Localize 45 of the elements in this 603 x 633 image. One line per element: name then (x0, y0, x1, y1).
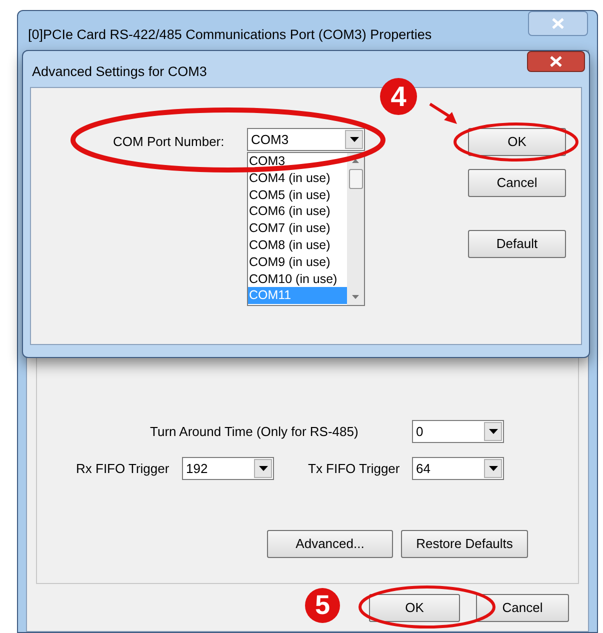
close-button[interactable] (527, 51, 585, 72)
com-port-label: COM Port Number: (113, 133, 226, 151)
dropdown-value: 192 (185, 460, 209, 478)
dropdown-option[interactable]: COM8 (in use) (248, 236, 347, 254)
setting-label: Turn Around Time (Only for RS-485) (150, 422, 360, 441)
scroll-thumb[interactable] (348, 169, 362, 189)
ok-button[interactable]: OK (369, 594, 460, 622)
dropdown-arrow-button[interactable] (484, 459, 502, 478)
setting-label: Rx FIFO Trigger (76, 460, 170, 478)
scroll-down-icon (352, 295, 359, 299)
dropdown-field[interactable]: 192 (182, 457, 274, 480)
dropdown-value: COM3 (250, 130, 290, 149)
dropdown-value: 64 (415, 460, 432, 478)
dropdown-option[interactable]: COM4 (in use) (248, 170, 347, 187)
restore-defaults-button[interactable]: Restore Defaults (401, 530, 528, 558)
scroll-up-icon (352, 159, 359, 163)
dropdown-option[interactable]: COM10 (in use) (248, 270, 347, 288)
dropdown-field[interactable]: COM3 (247, 128, 365, 151)
dialog-title: Advanced Settings for COM3 (32, 63, 207, 81)
caret-icon (488, 429, 498, 434)
window-title: [0]PCIe Card RS-422/485 Communications Port (COM3) Properties (28, 26, 432, 44)
caret-icon (258, 466, 268, 471)
close-icon (550, 56, 562, 67)
dropdown-option[interactable]: COM5 (in use) (248, 186, 347, 204)
pointer-arrow (429, 102, 457, 124)
caret-icon (350, 137, 358, 142)
cancel-button[interactable]: Cancel (468, 169, 566, 197)
dropdown-arrow-button[interactable] (254, 459, 272, 478)
dropdown-value: 0 (415, 422, 424, 441)
caret-icon (488, 466, 498, 471)
dropdown-arrow-button[interactable] (345, 130, 363, 149)
ok-button[interactable]: OK (468, 128, 566, 156)
dropdown-option[interactable]: COM3 (248, 153, 347, 170)
dropdown-option[interactable]: COM6 (in use) (248, 203, 347, 220)
dropdown-option[interactable]: COM9 (in use) (248, 254, 347, 271)
default-button[interactable]: Default (468, 230, 566, 258)
cancel-button[interactable]: Cancel (476, 594, 569, 622)
setting-label: Tx FIFO Trigger (308, 460, 401, 478)
dropdown-arrow-button[interactable] (484, 422, 502, 441)
advanced-button[interactable]: Advanced... (267, 530, 393, 558)
dropdown-field[interactable]: 0 (412, 420, 504, 443)
close-icon (552, 18, 564, 29)
dropdown-option[interactable]: COM7 (in use) (248, 220, 347, 237)
scrollbar[interactable] (347, 153, 364, 305)
dropdown-field[interactable]: 64 (412, 457, 504, 480)
